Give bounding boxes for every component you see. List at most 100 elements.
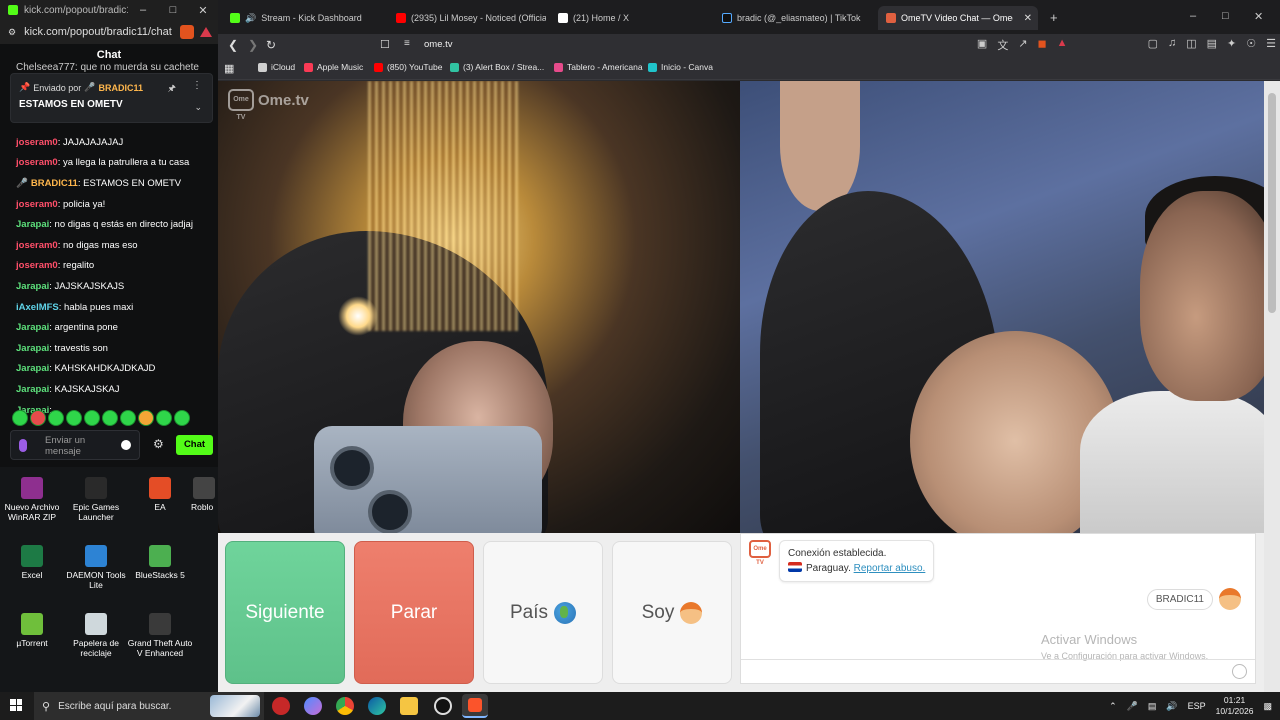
chrome-icon[interactable]	[336, 697, 354, 715]
translate-icon[interactable]: 文	[997, 37, 1008, 53]
share-icon[interactable]: ↗	[1018, 37, 1027, 53]
tab-kick-dashboard[interactable]: 🔊 Stream - Kick Dashboard	[222, 6, 388, 30]
chat-username[interactable]: joseram0	[16, 199, 58, 210]
menu-icon[interactable]: ☰	[1266, 37, 1276, 53]
screenshot-icon[interactable]: ▢	[1148, 37, 1158, 53]
emote-icon[interactable]	[66, 410, 82, 426]
minimize-icon[interactable]: –	[128, 4, 158, 16]
bookmark-item[interactable]: (3) Alert Box / Strea...	[450, 62, 544, 72]
windows-start-icon[interactable]	[10, 699, 22, 711]
tab-x-home[interactable]: (21) Home / X	[550, 6, 710, 30]
desktop-icon[interactable]: Papelera de reciclaje	[63, 613, 129, 658]
chat-username[interactable]: joseram0	[16, 260, 58, 271]
desktop-icon[interactable]: µTorrent	[0, 613, 65, 648]
pinned-message[interactable]: 📌 Enviado por 🎤 BRADIC11 ESTAMOS EN OMET…	[10, 73, 213, 123]
bookmark-item[interactable]: Tablero - Americana	[554, 62, 643, 72]
desktop-icon[interactable]: DAEMON Tools Lite	[63, 545, 129, 590]
chat-username[interactable]: Jarapai	[16, 384, 49, 395]
desktop-icon[interactable]: Epic Games Launcher	[63, 477, 129, 522]
scrollbar-thumb[interactable]	[1268, 93, 1276, 313]
emote-icon[interactable]	[138, 410, 154, 426]
notifications-icon[interactable]: ▩	[1263, 701, 1272, 712]
bookmark-item[interactable]: iCloud	[258, 62, 295, 72]
more-options-icon[interactable]: ⋮	[192, 80, 202, 91]
bookmark-item[interactable]: Inicio - Canva	[648, 62, 713, 72]
tab-ometv[interactable]: OmeTV Video Chat — Omegle ✕	[878, 6, 1038, 30]
chat-username[interactable]: joseram0	[16, 137, 58, 148]
clock[interactable]: 01:21 10/1/2026	[1216, 695, 1254, 717]
chat-username[interactable]: joseram0	[16, 157, 58, 168]
page-scrollbar[interactable]	[1264, 81, 1280, 692]
chat-username[interactable]: Jarapai	[16, 281, 49, 292]
vpn-icon[interactable]: ☉	[1246, 37, 1256, 53]
reload-icon[interactable]: ↻	[266, 38, 276, 52]
address-input[interactable]: ome.tv	[424, 39, 453, 50]
close-tab-icon[interactable]: ✕	[1024, 13, 1032, 24]
close-icon[interactable]: ✕	[1254, 10, 1263, 23]
chat-username[interactable]: Jarapai	[16, 322, 49, 333]
emote-icon[interactable]	[12, 410, 28, 426]
sidebar-icon[interactable]: ◫	[1186, 37, 1196, 53]
emoji-icon[interactable]	[1232, 664, 1247, 679]
back-icon[interactable]: ❮	[228, 38, 238, 52]
chat-username[interactable]: iAxelMFS	[16, 302, 59, 313]
minimize-icon[interactable]: –	[1190, 10, 1196, 22]
emoji-icon[interactable]	[121, 440, 131, 450]
chevron-down-icon[interactable]: ⌄	[194, 102, 202, 113]
tab-tiktok[interactable]: bradic (@_eliasmateo) | TikTok	[714, 6, 874, 30]
unpin-icon[interactable]: 🖈	[168, 81, 176, 97]
ometv-chat-input[interactable]	[741, 659, 1255, 683]
chat-input[interactable]: Enviar un mensaje	[10, 430, 140, 460]
volume-icon[interactable]: 🔊	[1166, 701, 1177, 712]
kick-url[interactable]: kick.com/popout/bradic11/chat	[24, 26, 180, 38]
chat-username[interactable]: joseram0	[16, 240, 58, 251]
chat-send-button[interactable]: Chat	[176, 435, 213, 455]
report-abuse-link[interactable]: Reportar abuso.	[854, 563, 926, 574]
app-icon-1[interactable]	[272, 697, 290, 715]
chat-settings-icon[interactable]: ⚙	[153, 437, 164, 451]
site-settings-icon[interactable]: ≡	[404, 38, 410, 49]
chat-username[interactable]: BRADIC11	[31, 178, 78, 189]
desktop-icon[interactable]: Grand Theft Auto V Enhanced	[127, 613, 193, 658]
emote-icon[interactable]	[84, 410, 100, 426]
next-button[interactable]: Siguiente	[225, 541, 345, 684]
emote-icon[interactable]	[174, 410, 190, 426]
emote-icon[interactable]	[120, 410, 136, 426]
chat-username[interactable]: Jarapai	[16, 219, 49, 230]
desktop-icon[interactable]: BlueStacks 5	[127, 545, 193, 580]
pinned-user[interactable]: BRADIC11	[98, 83, 143, 93]
copilot-icon[interactable]	[304, 697, 322, 715]
desktop-icon[interactable]: Nuevo Archivo WinRAR ZIP	[0, 477, 65, 522]
cast-icon[interactable]: ▣	[977, 37, 987, 53]
new-tab-button[interactable]: +	[1050, 10, 1058, 25]
brave-taskbar-icon[interactable]	[462, 694, 488, 718]
bookmark-item[interactable]: (850) YouTube	[374, 62, 442, 72]
brave-rewards-icon[interactable]	[200, 27, 212, 37]
taskbar-search[interactable]: ⚲ Escribe aquí para buscar.	[34, 692, 264, 720]
network-icon[interactable]: ▤	[1148, 701, 1157, 712]
gender-button[interactable]: Soy	[612, 541, 732, 684]
country-button[interactable]: País	[483, 541, 603, 684]
apps-grid-icon[interactable]: ▦	[224, 62, 234, 75]
forward-icon[interactable]: ❯	[248, 38, 258, 52]
chat-username[interactable]: Jarapai	[16, 363, 49, 374]
bookmark-icon[interactable]: ☐	[380, 38, 390, 51]
edge-icon[interactable]	[368, 697, 386, 715]
chat-username[interactable]: Jarapai	[16, 343, 49, 354]
file-explorer-icon[interactable]	[400, 697, 418, 715]
media-icon[interactable]: ♫	[1168, 37, 1176, 53]
maximize-icon[interactable]: □	[1222, 10, 1229, 22]
tab-youtube[interactable]: (2935) Lil Mosey - Noticed (Official M	[388, 6, 546, 30]
obs-icon[interactable]	[434, 697, 452, 715]
desktop-icon[interactable]: Excel	[0, 545, 65, 580]
bookmark-item[interactable]: Apple Music	[304, 62, 363, 72]
maximize-icon[interactable]: □	[158, 4, 188, 16]
leo-ai-icon[interactable]: ✦	[1227, 37, 1236, 53]
emote-icon[interactable]	[102, 410, 118, 426]
chevron-up-icon[interactable]: ⌃	[1109, 701, 1117, 712]
brave-shield-icon[interactable]: ◼	[1038, 37, 1047, 53]
close-icon[interactable]: ✕	[188, 4, 218, 17]
brave-shield-icon[interactable]	[180, 25, 194, 39]
emote-icon[interactable]	[30, 410, 46, 426]
emote-icon[interactable]	[48, 410, 64, 426]
